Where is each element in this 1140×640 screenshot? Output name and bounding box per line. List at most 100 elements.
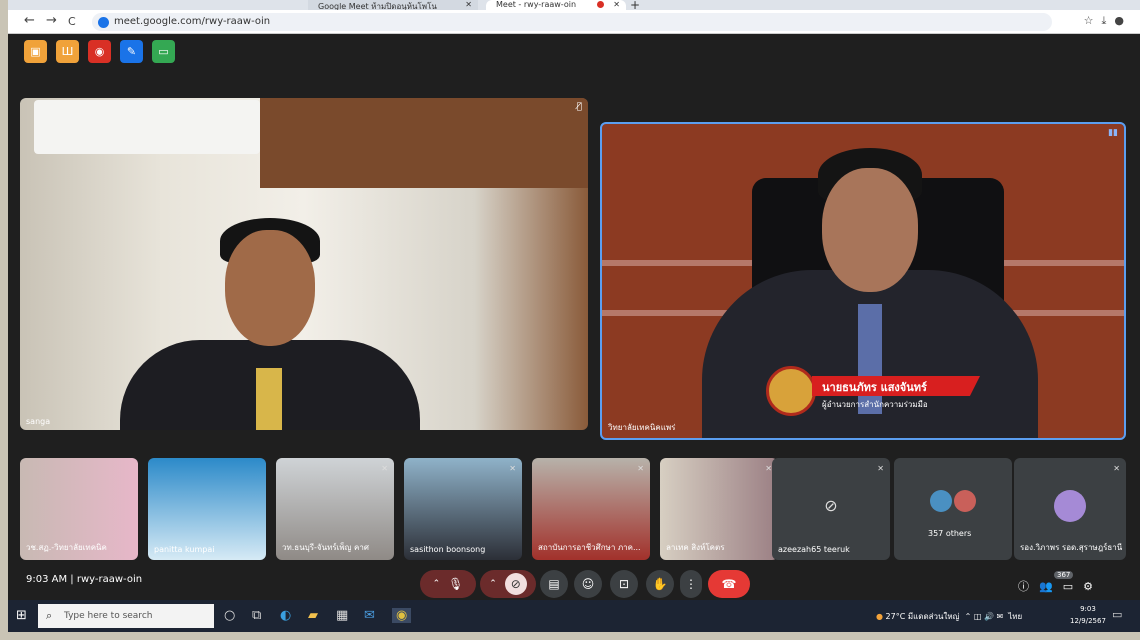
edge-icon[interactable]: ◐ bbox=[280, 608, 291, 623]
participant-name: วิทยาลัยเทคนิคแพร่ bbox=[608, 423, 676, 432]
task-view-icon[interactable]: ⧉ bbox=[252, 608, 261, 623]
store-icon[interactable]: ▦ bbox=[336, 608, 348, 623]
mic-off-icon: ✕ bbox=[877, 464, 884, 473]
video-tile-college[interactable]: นายธนภัทร แสงจันทร์ ผู้อำนวยการสำนักความ… bbox=[600, 122, 1126, 440]
url-field[interactable]: meet.google.com/rwy-raaw-oin bbox=[92, 13, 1052, 31]
pillars-icon[interactable]: Ш bbox=[56, 40, 79, 63]
screen-icon[interactable]: ▭ bbox=[152, 40, 175, 63]
participant-video bbox=[120, 218, 420, 430]
chevron-up-icon[interactable]: ⌃ bbox=[433, 579, 441, 589]
participant-tile[interactable]: วช.สฏ.-วิทยาลัยเทคนิค bbox=[20, 458, 138, 560]
people-icon[interactable]: 👥 bbox=[1039, 580, 1063, 593]
mic-off-icon: ✕ bbox=[637, 464, 644, 473]
url-text: meet.google.com/rwy-raaw-oin bbox=[114, 16, 271, 27]
weather-text: 27°C มีแดดส่วนใหญ่ bbox=[885, 612, 960, 621]
reactions-button[interactable]: ☺ bbox=[574, 570, 602, 598]
raise-hand-button[interactable]: ✋ bbox=[646, 570, 674, 598]
site-info-icon[interactable] bbox=[98, 17, 109, 28]
forward-button[interactable]: → bbox=[46, 13, 57, 28]
mic-off-icon: ✕ bbox=[1113, 464, 1120, 473]
camera-off-icon: ⊘ bbox=[824, 496, 838, 515]
microphone-control[interactable]: ⌃ 🎙 bbox=[420, 570, 476, 598]
tab-title: Google Meet ห้ามปิดอนุห้นโพโน bbox=[318, 2, 437, 10]
participant-tile[interactable]: panitta kumpai bbox=[148, 458, 266, 560]
file-explorer-icon[interactable]: ▰ bbox=[308, 608, 318, 623]
tab-title: Meet - rwy-raaw-oin bbox=[496, 0, 577, 9]
participant-tile[interactable]: ✕ sasithon boonsong bbox=[404, 458, 522, 560]
record-icon[interactable]: ◉ bbox=[88, 40, 111, 63]
speaking-icon: ▮▮ bbox=[1108, 128, 1118, 138]
participant-name: sasithon boonsong bbox=[410, 545, 486, 554]
download-icon[interactable]: ⤓ bbox=[1102, 14, 1115, 27]
taskbar-search[interactable]: ⌕ Type here to search bbox=[38, 604, 214, 628]
leave-call-button[interactable]: ☎ bbox=[708, 570, 750, 598]
tab-strip: Google Meet ห้ามปิดอนุห้นโพโน ✕ Meet - r… bbox=[8, 0, 1140, 12]
chevron-up-icon[interactable]: ⌃ bbox=[489, 579, 497, 589]
participant-name: azeezah65 teeruk bbox=[778, 545, 850, 554]
star-icon[interactable]: ☆ bbox=[1084, 14, 1102, 27]
mic-off-icon: ✕ bbox=[509, 464, 516, 473]
tab-google-meet-other[interactable]: Google Meet ห้ามปิดอนุห้นโพโน ✕ bbox=[308, 0, 478, 10]
windows-start-icon[interactable]: ⊞ bbox=[16, 608, 27, 623]
cortana-icon[interactable]: ○ bbox=[224, 608, 235, 623]
no-camera-icon[interactable]: ▣ bbox=[24, 40, 47, 63]
avatar bbox=[930, 490, 953, 512]
close-icon[interactable]: ✕ bbox=[613, 0, 620, 9]
close-icon[interactable]: ✕ bbox=[465, 0, 472, 9]
reload-button[interactable]: C bbox=[68, 15, 76, 28]
clock-date: 12/9/2567 bbox=[1070, 617, 1106, 625]
others-count: 357 others bbox=[928, 529, 972, 538]
chrome-icon[interactable]: ◉ bbox=[392, 608, 412, 623]
participant-tile[interactable]: ✕ ลาเทค สิงห์โคตร bbox=[660, 458, 778, 560]
activities-icon[interactable]: ⚙ bbox=[1083, 580, 1103, 593]
camera-off-icon[interactable]: ⊘ bbox=[504, 573, 527, 595]
participant-name: รอง.วิภาพร รอด.สุราษฎร์ธานี bbox=[1020, 543, 1123, 552]
weather-icon: ● bbox=[876, 612, 883, 621]
participant-tile[interactable]: ✕ รอง.วิภาพร รอด.สุราษฎร์ธานี bbox=[1014, 458, 1126, 560]
clock-time: 9:03 bbox=[1080, 605, 1096, 613]
participant-tile[interactable]: ✕ สถาบันการอาชีวศึกษา ภาค... bbox=[532, 458, 650, 560]
hang-up-icon: ☎ bbox=[721, 577, 737, 591]
avatar bbox=[1054, 490, 1086, 522]
mic-off-icon[interactable]: 🎙 bbox=[448, 577, 463, 591]
windows-taskbar: ⊞ ⌕ Type here to search ○ ⧉ ◐ ▰ ▦ ✉ ◉ ● … bbox=[8, 600, 1140, 632]
more-vert-icon: ⋮ bbox=[685, 577, 697, 591]
info-icon[interactable]: ⓘ bbox=[1018, 580, 1039, 593]
participant-name: สถาบันการอาชีวศึกษา ภาค... bbox=[538, 543, 641, 552]
nameplate-subtitle: ผู้อำนวยการสำนักความร่วมมือ bbox=[822, 400, 928, 409]
captions-button[interactable]: ▤ bbox=[540, 570, 568, 598]
system-tray[interactable]: ● 27°C มีแดดส่วนใหญ่ ⌃ ◫ 🔊 ✉ ไทย bbox=[876, 610, 1022, 623]
present-icon: ⊡ bbox=[618, 577, 630, 591]
participant-count-badge: 367 bbox=[1054, 571, 1074, 579]
present-button[interactable]: ⊡ bbox=[610, 570, 638, 598]
nameplate-title: นายธนภัทร แสงจันทร์ bbox=[812, 376, 980, 396]
others-tile[interactable]: 357 others bbox=[894, 458, 1012, 560]
browser-tools[interactable]: ☆⤓● bbox=[1084, 14, 1132, 28]
participant-tile[interactable]: ✕ ⊘ azeezah65 teeruk bbox=[772, 458, 890, 560]
profile-icon[interactable]: ● bbox=[1114, 14, 1132, 27]
camera-control[interactable]: ⌃ ⊘ bbox=[480, 570, 536, 598]
captions-icon: ▤ bbox=[548, 577, 560, 591]
meeting-code: rwy-raaw-oin bbox=[76, 574, 143, 585]
participant-name: panitta kumpai bbox=[154, 545, 215, 554]
emoji-icon: ☺ bbox=[581, 577, 595, 591]
tab-meet-active[interactable]: Meet - rwy-raaw-oin ✕ bbox=[486, 0, 626, 10]
participant-name: sanga bbox=[26, 417, 51, 426]
taskbar-clock[interactable]: 9:03 12/9/2567 bbox=[1070, 603, 1106, 627]
name-plate: นายธนภัทร แสงจันทร์ ผู้อำนวยการสำนักความ… bbox=[766, 366, 980, 416]
video-tile-sanga[interactable]: 🎙̸ sanga bbox=[20, 98, 588, 430]
chat-icon[interactable]: ▭ bbox=[1063, 580, 1083, 593]
notification-icon[interactable]: ▭ bbox=[1112, 608, 1122, 621]
mail-icon[interactable]: ✉ bbox=[364, 608, 375, 623]
back-button[interactable]: ← bbox=[24, 13, 35, 28]
monitor-screen: Google Meet ห้ามปิดอนุห้นโพโน ✕ Meet - r… bbox=[8, 0, 1140, 632]
language-indicator[interactable]: ไทย bbox=[1008, 612, 1022, 621]
meeting-info: 9:03 AM | rwy-raaw-oin bbox=[26, 574, 143, 585]
participant-tile[interactable]: ✕ วท.ธนบุรี-จันทร์เพ็ญ คาศ bbox=[276, 458, 394, 560]
edit-note-icon[interactable]: ✎ bbox=[120, 40, 143, 63]
side-controls[interactable]: ⓘ👥▭⚙ bbox=[1018, 578, 1103, 594]
more-options-button[interactable]: ⋮ bbox=[680, 570, 702, 598]
avatar bbox=[953, 490, 976, 512]
window-controls[interactable]: —□ bbox=[1083, 0, 1130, 1]
tray-icons[interactable]: ⌃ ◫ 🔊 ✉ bbox=[965, 612, 1004, 621]
